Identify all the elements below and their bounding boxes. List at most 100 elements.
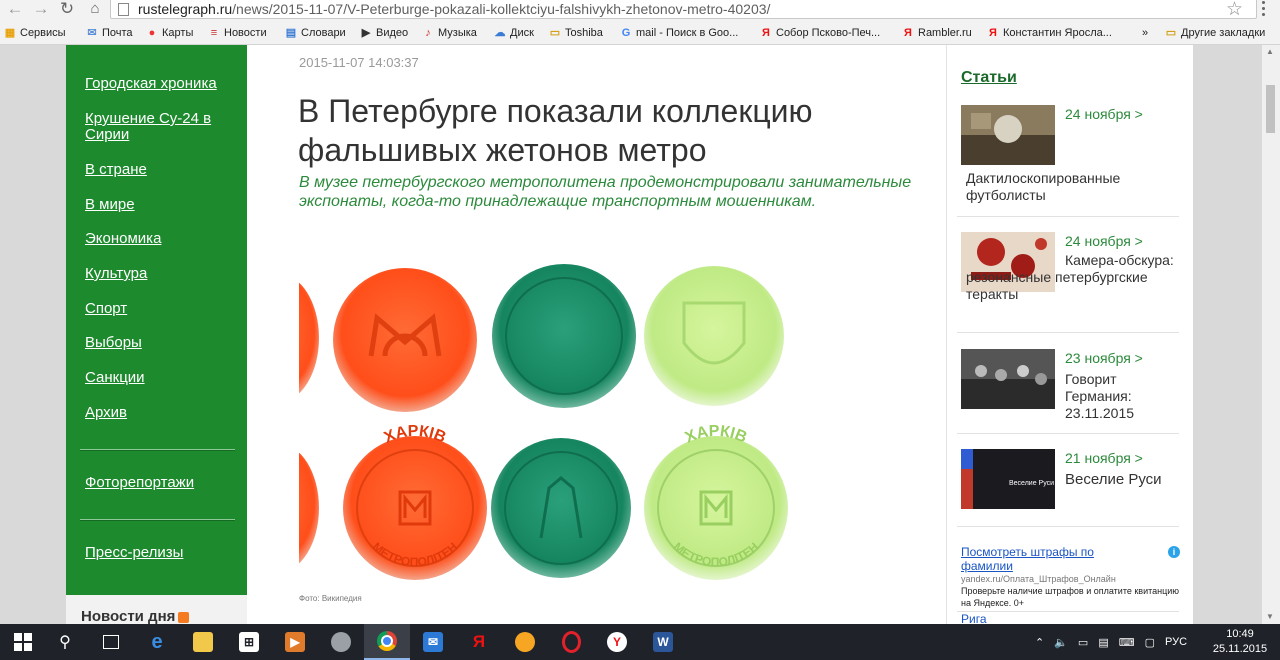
page-scrollbar[interactable]: ▲ ▼ <box>1262 45 1280 624</box>
bookmark-news[interactable]: ≡ Новости <box>208 24 267 42</box>
volume-icon[interactable]: 🔈 <box>1054 636 1068 649</box>
nav-link-su24-crash[interactable]: Крушение Су-24 в Сирии <box>85 111 225 143</box>
other-bookmarks[interactable]: ▭ Другие закладки <box>1165 24 1266 42</box>
bookmark-konstantin[interactable]: Я Константин Яросла... <box>987 24 1112 42</box>
network-icon[interactable]: ▤ <box>1098 636 1108 649</box>
bookmark-toshiba[interactable]: ▭ Toshiba <box>549 24 603 42</box>
article-title[interactable]: Веселие Руси <box>1065 471 1175 488</box>
url-text[interactable]: rustelegraph.ru/news/2015-11-07/V-Peterb… <box>138 0 770 18</box>
nav-link-archive[interactable]: Архив <box>85 405 235 421</box>
reload-icon[interactable]: ↻ <box>56 0 78 20</box>
bookmark-services[interactable]: ▦ Сервисы <box>4 24 66 42</box>
sidebar-article[interactable]: 24 ноября > Камера-обскура: резонансные … <box>961 232 1179 332</box>
scroll-up-icon[interactable]: ▲ <box>1266 47 1274 56</box>
nav-link-world[interactable]: В мире <box>85 197 235 213</box>
taskbar-yandex[interactable]: Я <box>456 624 502 660</box>
taskbar-store[interactable]: ⊞ <box>226 624 272 660</box>
bookmark-rambler[interactable]: Я Rambler.ru <box>902 24 972 42</box>
sidebar-article[interactable]: 23 ноября > Говорит Германия: 23.11.2015 <box>961 349 1179 433</box>
bookmarks-more-button[interactable]: » <box>1142 24 1148 42</box>
browser-menu-icon[interactable] <box>1262 1 1265 19</box>
bookmark-dictionaries[interactable]: ▤ Словари <box>285 24 346 42</box>
system-clock[interactable]: 10:49 25.11.2015 <box>1208 627 1272 657</box>
notification-icon[interactable]: ▢ <box>1145 636 1155 649</box>
taskbar-app-orange[interactable] <box>502 624 548 660</box>
task-view-icon <box>103 635 119 649</box>
ad-next-link[interactable]: Рига <box>961 612 987 624</box>
search-button[interactable]: ⚲ <box>42 624 88 660</box>
scrollbar-thumb[interactable] <box>1266 85 1275 133</box>
bookmark-label: Словари <box>301 27 346 39</box>
token-teal <box>492 264 636 408</box>
nav-link-culture[interactable]: Культура <box>85 266 235 282</box>
rss-icon[interactable] <box>178 611 190 623</box>
ad-link[interactable]: Посмотреть штрафы по фамилии <box>961 545 1141 573</box>
nav-link-economy[interactable]: Экономика <box>85 231 235 247</box>
address-bar[interactable]: rustelegraph.ru/news/2015-11-07/V-Peterb… <box>110 0 1257 19</box>
home-icon[interactable]: ⌂ <box>84 0 106 20</box>
chevron-up-icon[interactable]: ⌃ <box>1035 636 1044 649</box>
taskbar-chrome[interactable] <box>364 624 410 660</box>
forward-icon[interactable]: → <box>30 0 52 20</box>
bookmark-maps[interactable]: ● Карты <box>146 24 194 42</box>
nav-link-country[interactable]: В стране <box>85 162 235 178</box>
bookmark-mail[interactable]: ✉ Почта <box>86 24 132 42</box>
article-thumbnail[interactable] <box>961 349 1055 409</box>
article-date-link[interactable]: 24 ноября > <box>1065 106 1143 122</box>
news-of-day-title[interactable]: Новости дня <box>81 608 190 624</box>
bookmark-disk[interactable]: ☁ Диск <box>494 24 534 42</box>
address-row: ← → ↻ ⌂ rustelegraph.ru/news/2015-11-07/… <box>0 0 1280 22</box>
nav-link-photo-reports[interactable]: Фоторепортажи <box>85 475 235 491</box>
yandex-icon: Я <box>904 27 912 39</box>
bookmark-label: Музыка <box>438 27 477 39</box>
article-lead: В музее петербургского метрополитена про… <box>299 174 912 210</box>
nav-link-city-chronicle[interactable]: Городская хроника <box>85 76 235 92</box>
nav-link-press-releases[interactable]: Пресс-релизы <box>85 545 235 561</box>
articles-heading[interactable]: Статьи <box>961 69 1017 87</box>
taskbar-mail[interactable]: ✉ <box>410 624 456 660</box>
yandex-icon: Я <box>762 27 770 39</box>
nav-link-sanctions[interactable]: Санкции <box>85 370 235 386</box>
windows-taskbar: ⚲ e ⊞ ▶ ✉ Я Y W ⌃ 🔈 ▭ ▤ ⌨ ▢ РУС 10:49 25… <box>0 624 1280 660</box>
keyboard-icon[interactable]: ⌨ <box>1119 636 1135 649</box>
ad-url[interactable]: yandex.ru/Оплата_Штрафов_Онлайн <box>961 574 1116 584</box>
article-title[interactable]: Говорит Германия: 23.11.2015 <box>1065 371 1175 422</box>
article-date-link[interactable]: 24 ноября > <box>1065 233 1143 249</box>
bookmark-star-icon[interactable]: ☆ <box>1226 0 1243 21</box>
article-thumbnail[interactable] <box>961 105 1055 165</box>
article-date-link[interactable]: 23 ноября > <box>1065 350 1143 366</box>
bookmark-google-search[interactable]: Gmail - Поиск в Goo... <box>620 24 739 42</box>
sidebar-article[interactable]: Веселие Руси 21 ноября > Веселие Руси <box>961 449 1179 511</box>
taskbar-opera[interactable] <box>548 624 594 660</box>
bookmark-label: Диск <box>510 27 534 39</box>
ad-info-icon[interactable]: i <box>1168 546 1180 558</box>
bookmark-sobor[interactable]: Я Собор Псково-Печ... <box>760 24 880 42</box>
apps-grid-icon: ▦ <box>4 27 16 39</box>
bookmark-label: mail - Поиск в Goo... <box>636 27 739 39</box>
sidebar-article[interactable]: 24 ноября > Дактилоскопированные футболи… <box>961 105 1179 217</box>
taskbar-media-player[interactable]: ▶ <box>272 624 318 660</box>
article-date-link[interactable]: 21 ноября > <box>1065 450 1143 466</box>
article-title[interactable]: Дактилоскопированные футболисты <box>966 170 1166 204</box>
nav-link-sport[interactable]: Спорт <box>85 301 235 317</box>
bookmark-video[interactable]: ▶ Видео <box>360 24 408 42</box>
taskbar-app-circle[interactable] <box>318 624 364 660</box>
task-view-button[interactable] <box>88 624 134 660</box>
scroll-down-icon[interactable]: ▼ <box>1266 612 1274 621</box>
start-button[interactable] <box>0 624 46 660</box>
taskbar-yandex-browser[interactable]: Y <box>594 624 640 660</box>
article-title[interactable]: Камера-обскура: резонансные петербургски… <box>966 252 1176 303</box>
url-host: rustelegraph.ru <box>138 1 233 17</box>
taskbar-edge[interactable]: e <box>134 624 180 660</box>
back-icon[interactable]: ← <box>4 0 26 20</box>
file-explorer-icon <box>193 632 213 652</box>
taskbar-word[interactable]: W <box>640 624 686 660</box>
page-icon <box>118 3 129 16</box>
article-thumbnail[interactable]: Веселие Руси <box>961 449 1055 509</box>
input-language[interactable]: РУС <box>1165 636 1187 648</box>
battery-icon[interactable]: ▭ <box>1078 636 1088 649</box>
bookmark-music[interactable]: ♪ Музыка <box>422 24 477 42</box>
bookmark-label: Карты <box>162 27 194 39</box>
taskbar-explorer[interactable] <box>180 624 226 660</box>
nav-link-elections[interactable]: Выборы <box>85 335 235 351</box>
